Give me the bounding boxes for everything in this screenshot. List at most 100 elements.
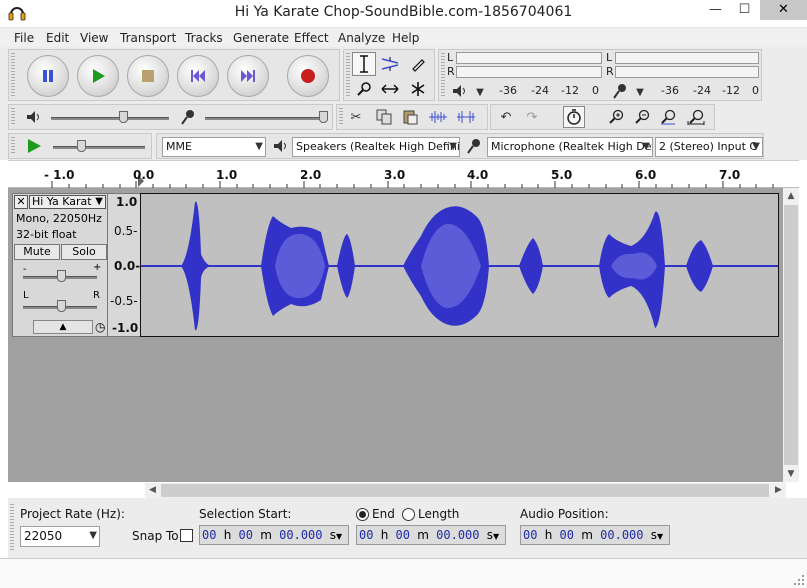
output-device-select[interactable]: Speakers (Realtek High Definit ▼: [292, 137, 460, 157]
record-button[interactable]: [287, 55, 329, 97]
track-vertical-scale[interactable]: 1.0 0.5- 0.0- -0.5- -1.0: [108, 193, 140, 337]
toolbar-grip[interactable]: [346, 53, 350, 97]
silence-icon[interactable]: [455, 106, 477, 128]
menu-help[interactable]: Help: [392, 31, 419, 45]
playback-speed-slider[interactable]: [53, 146, 145, 149]
copy-icon[interactable]: [373, 106, 395, 128]
vertical-scroll-thumb[interactable]: [784, 205, 798, 465]
record-meter-right[interactable]: [615, 66, 759, 78]
time-shift-tool[interactable]: [378, 77, 402, 101]
playback-speed-thumb[interactable]: [77, 140, 86, 152]
menu-analyze[interactable]: Analyze: [338, 31, 385, 45]
snap-to-checkbox[interactable]: [180, 529, 193, 542]
ruler-tick-label: 6.0: [635, 168, 657, 182]
fit-selection-icon[interactable]: [657, 106, 679, 128]
toolbar-grip[interactable]: [11, 137, 15, 155]
toolbar-grip[interactable]: [339, 108, 343, 126]
scroll-left-arrow-icon[interactable]: ◀: [145, 483, 160, 498]
close-button[interactable]: ✕: [760, 0, 807, 20]
pause-icon: [43, 70, 53, 82]
menu-tracks[interactable]: Tracks: [185, 31, 223, 45]
input-channels-select[interactable]: 2 (Stereo) Input C ▼: [655, 137, 763, 157]
zoom-out-icon[interactable]: [631, 106, 653, 128]
ruler-tick-label: 7.0: [719, 168, 741, 182]
record-scale-36: -36: [661, 84, 679, 97]
sync-lock-icon[interactable]: [563, 106, 585, 128]
audio-host-select[interactable]: MME ▼: [162, 137, 266, 157]
scroll-up-arrow-icon[interactable]: ▲: [783, 188, 799, 204]
menu-file[interactable]: File: [14, 31, 34, 45]
horizontal-scroll-thumb[interactable]: [161, 484, 769, 497]
zoom-in-icon[interactable]: [605, 106, 627, 128]
tools-toolbar: [343, 49, 435, 101]
trim-icon[interactable]: [427, 106, 449, 128]
play-meter-speaker-icon[interactable]: [449, 80, 471, 102]
scroll-down-arrow-icon[interactable]: ▼: [783, 466, 799, 482]
record-meter-right-label: R: [606, 65, 614, 78]
menu-effect[interactable]: Effect: [294, 31, 329, 45]
i-beam-icon: [360, 55, 368, 73]
solo-button[interactable]: Solo: [61, 244, 107, 260]
toolbar-grip[interactable]: [11, 53, 15, 97]
mute-button[interactable]: Mute: [14, 244, 60, 260]
toolbar-grip[interactable]: [441, 53, 445, 97]
record-meter-mic-icon[interactable]: [609, 80, 631, 102]
multi-tool[interactable]: [406, 77, 430, 101]
length-radio[interactable]: [402, 508, 415, 521]
menu-transport[interactable]: Transport: [120, 31, 176, 45]
input-device-select[interactable]: Microphone (Realtek High Defi ▼: [487, 137, 653, 157]
playback-volume-icon: [23, 106, 45, 128]
track-close-button[interactable]: ✕: [14, 195, 28, 209]
menu-edit[interactable]: Edit: [46, 31, 69, 45]
project-rate-select[interactable]: 22050 ▼: [20, 526, 100, 547]
pause-button[interactable]: [27, 55, 69, 97]
toolbar-grip[interactable]: [11, 108, 15, 126]
play-meter-left[interactable]: [456, 52, 602, 64]
redo-icon[interactable]: ↷: [521, 106, 543, 128]
horizontal-scrollbar[interactable]: ◀ ▶: [145, 483, 786, 498]
paste-icon[interactable]: [399, 106, 421, 128]
record-meter-left-label: L: [606, 51, 613, 64]
minimize-button[interactable]: —: [700, 0, 731, 20]
track-control-panel[interactable]: ✕ Hi Ya Karat ▼ Mono, 22050Hz 32-bit flo…: [12, 193, 108, 337]
menu-view[interactable]: View: [80, 31, 108, 45]
ruler-tick-label: 0.0: [133, 168, 155, 182]
cut-icon[interactable]: ✂: [345, 106, 367, 128]
vertical-scrollbar[interactable]: ▲ ▼: [783, 188, 799, 482]
scroll-right-arrow-icon[interactable]: ▶: [771, 483, 786, 498]
play-at-speed-button[interactable]: [23, 135, 45, 157]
playback-volume-thumb[interactable]: [119, 111, 128, 123]
play-button[interactable]: [77, 55, 119, 97]
envelope-tool[interactable]: [378, 52, 402, 76]
end-radio[interactable]: [356, 508, 369, 521]
selection-start-time[interactable]: 00 h 00 m 00.000 s▼: [199, 525, 349, 545]
menu-generate[interactable]: Generate: [233, 31, 289, 45]
fit-project-icon[interactable]: [685, 106, 707, 128]
timeline-ruler[interactable]: - 1.0 0.0 1.0 2.0 3.0 4.0 5.0 6.0 7.0: [8, 160, 799, 188]
track-pan-thumb[interactable]: [57, 300, 66, 312]
audio-position-time[interactable]: 00 h 00 m 00.000 s▼: [520, 525, 670, 545]
selection-toolbar: Project Rate (Hz): 22050 ▼ Snap To Select…: [8, 498, 807, 558]
toolbar-grip[interactable]: [10, 504, 14, 552]
record-meter-left[interactable]: [615, 52, 759, 64]
skip-to-start-button[interactable]: [177, 55, 219, 97]
maximize-button[interactable]: ☐: [729, 0, 760, 20]
selection-tool[interactable]: [352, 52, 376, 76]
skip-to-end-button[interactable]: [227, 55, 269, 97]
undo-icon[interactable]: ↶: [495, 106, 517, 128]
waveform-display[interactable]: [140, 193, 779, 337]
recording-volume-thumb[interactable]: [319, 111, 328, 123]
track-name-menu[interactable]: Hi Ya Karat ▼: [29, 195, 106, 209]
play-meter-right[interactable]: [456, 66, 602, 78]
resize-grip-icon[interactable]: [793, 574, 805, 586]
collapse-track-button[interactable]: ▲: [33, 320, 93, 334]
draw-tool[interactable]: [406, 52, 430, 76]
record-meter-dropdown-icon[interactable]: ▼: [629, 81, 651, 103]
zoom-tool[interactable]: [352, 77, 376, 101]
stop-button[interactable]: [127, 55, 169, 97]
playback-volume-slider[interactable]: [51, 117, 169, 120]
track-gain-thumb[interactable]: [57, 270, 66, 282]
play-meter-dropdown-icon[interactable]: ▼: [469, 81, 491, 103]
selection-end-time[interactable]: 00 h 00 m 00.000 s▼: [356, 525, 506, 545]
recording-volume-slider[interactable]: [205, 117, 325, 120]
